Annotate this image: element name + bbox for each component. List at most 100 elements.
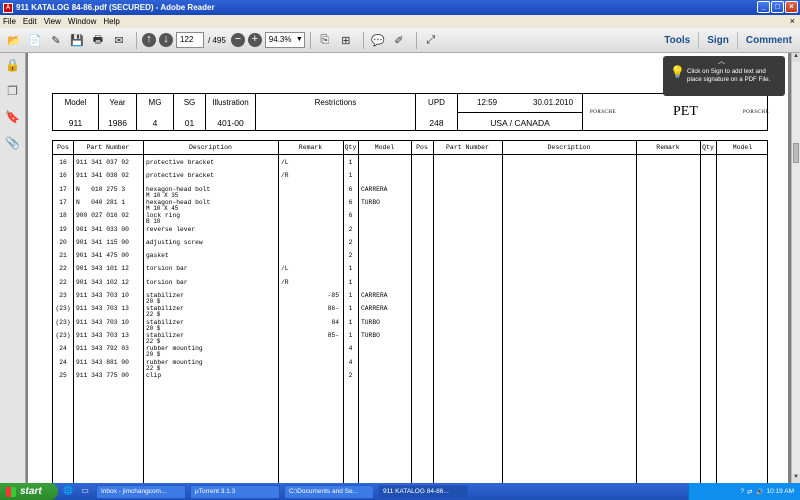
help-icon[interactable]: ? (740, 488, 744, 495)
comment-icon[interactable]: 💬 (369, 31, 387, 49)
quicklaunch-desktop-icon[interactable]: ▭ (78, 486, 92, 498)
cell-model: CARRERA (361, 292, 388, 299)
cell-description-detail: M 10 X 35 (146, 191, 179, 199)
table-row: (23) 911 343 703 10 stabilizer 20 $ 84 1 TURBO (53, 319, 411, 333)
tools-link[interactable]: Tools (656, 32, 698, 49)
toolbar-divider (136, 31, 137, 49)
year-cell: Year 1986 (99, 94, 137, 130)
col-header-part-number: Part Number (86, 144, 130, 151)
next-page-icon[interactable]: ↓ (159, 33, 173, 47)
cell-description: clip (146, 371, 162, 379)
cell-description: stabilizer (146, 305, 184, 313)
quicklaunch-browser-icon[interactable]: 🌐 (61, 486, 75, 498)
col-header-remark: Remark (656, 144, 680, 151)
cell-pos: 18 (59, 212, 67, 220)
cell-part-number: 911 343 703 13 (76, 305, 129, 313)
table-row: (23) 911 343 703 13 stabilizer 22 $ 85- 1 TURB… (53, 332, 411, 346)
create-pdf-icon[interactable]: 📄 (26, 31, 44, 49)
cell-description: protective bracket (146, 172, 215, 180)
mg-value: 4 (152, 118, 158, 128)
comment-link[interactable]: Comment (736, 32, 800, 49)
cell-qty: 4 (348, 345, 353, 353)
cell-description: stabilizer (146, 318, 184, 326)
vertical-scrollbar[interactable]: ▲ ▼ (791, 53, 800, 483)
porsche-logo-right: PORSCHE (743, 110, 770, 115)
cell-qty: 1 (348, 318, 353, 326)
cell-part-number: 911 343 792 03 (76, 345, 129, 353)
menu-help[interactable]: Help (103, 17, 119, 26)
clock[interactable]: 10:19 AM (767, 488, 794, 495)
taskbar-item-utorrent[interactable]: µTorrent 3.1.3 (190, 484, 280, 499)
cell-pos: 17 (59, 185, 67, 193)
menu-view[interactable]: View (44, 17, 61, 26)
scroll-down-icon[interactable]: ▼ (792, 474, 800, 483)
table-row: 17 N 040 281 1 hexagon-head bolt M 10 X 45 6… (53, 199, 411, 213)
menu-file[interactable]: File (3, 17, 16, 26)
cell-part-number: 901 341 115 00 (76, 238, 129, 246)
zoom-select[interactable]: 94.3% ▼ (264, 32, 305, 48)
cell-description-detail: B 10 (146, 218, 161, 226)
maximize-button[interactable]: □ (771, 1, 784, 13)
cell-qty: 2 (348, 238, 353, 246)
taskbar-item-adobe-reader[interactable]: 911 KATALOG 84-86... (378, 484, 468, 499)
document-viewport[interactable]: Model 911 Year 1986 MG 4 SG 01 Illustrat… (26, 53, 791, 483)
sign-link[interactable]: Sign (698, 32, 737, 49)
zoom-value: 94.3% (268, 35, 292, 44)
zoom-in-icon[interactable]: + (247, 33, 262, 47)
sg-value: 01 (184, 118, 195, 128)
table-row: 18 900 027 016 02 lock ring B 10 6 (53, 212, 411, 226)
highlight-icon[interactable]: ✐ (390, 31, 408, 49)
pdf-page: Model 911 Year 1986 MG 4 SG 01 Illustrat… (28, 53, 788, 483)
column-divider (700, 141, 701, 483)
pages-icon[interactable]: ❐ (5, 84, 21, 100)
adobe-reader-icon: A (3, 2, 13, 13)
expand-icon[interactable]: ⤢ (422, 31, 440, 49)
cell-model: TURBO (361, 331, 380, 339)
col-header-qty: Qty (344, 144, 357, 151)
attachment-icon[interactable]: 📎 (5, 136, 21, 152)
cell-description: torsion bar (146, 278, 188, 286)
scroll-up-icon[interactable]: ▲ (792, 53, 800, 62)
cell-description: adjusting screw (146, 238, 203, 246)
cell-description: torsion bar (146, 265, 188, 273)
cell-qty: 6 (348, 198, 353, 206)
volume-icon[interactable]: 🔊 (755, 488, 763, 496)
edit-icon[interactable]: ✎ (47, 31, 65, 49)
taskbar-item-inbox[interactable]: Inbox - jimchangcom... (96, 484, 186, 499)
print-icon[interactable]: 🖶 (89, 31, 107, 49)
system-tray: ? ⇄ 🔊 10:19 AM (688, 483, 800, 500)
table-row: 19 901 341 033 00 reverse lever 2 (53, 226, 411, 240)
column-divider (716, 141, 717, 483)
collapse-icon[interactable]: ︿ (718, 58, 725, 66)
cell-description-detail: 20 $ (146, 298, 161, 305)
save-icon[interactable]: 💾 (68, 31, 86, 49)
taskbar-item-explorer[interactable]: C:\Documents and Se... (284, 484, 374, 499)
fit-page-icon[interactable]: ⎘ (316, 31, 334, 49)
zoom-out-icon[interactable]: − (230, 33, 245, 47)
taskbar-item-label: Inbox - jimchangcom... (101, 488, 167, 495)
lock-icon[interactable]: 🔒 (5, 58, 21, 74)
network-icon[interactable]: ⇄ (747, 488, 752, 496)
fit-width-icon[interactable]: ⊞ (337, 31, 355, 49)
cell-qty: 2 (348, 252, 353, 260)
start-button[interactable]: start (0, 483, 58, 500)
menu-window[interactable]: Window (68, 17, 96, 26)
page-number-input[interactable]: 122 (176, 32, 204, 48)
menu-edit[interactable]: Edit (23, 17, 37, 26)
date-market-cell: 12:59 30.01.2010 USA / CANADA (458, 94, 583, 130)
cell-pos: (23) (55, 318, 71, 326)
upd-cell: UPD 248 (416, 94, 458, 130)
previous-page-icon[interactable]: ↑ (142, 33, 156, 47)
minimize-button[interactable]: _ (757, 1, 770, 13)
email-icon[interactable]: ✉ (110, 31, 128, 49)
toolbar-divider (309, 31, 311, 49)
column-divider (502, 141, 503, 483)
cell-model: CARRERA (361, 305, 388, 313)
cell-part-number: 911 343 703 10 (76, 292, 129, 299)
close-document-icon[interactable]: × (790, 16, 795, 26)
open-icon[interactable]: 📂 (5, 31, 23, 49)
bookmark-icon[interactable]: 🔖 (5, 110, 21, 126)
scroll-thumb[interactable] (793, 143, 799, 163)
close-button[interactable]: × (785, 1, 798, 13)
cell-remark: /L (281, 159, 289, 166)
